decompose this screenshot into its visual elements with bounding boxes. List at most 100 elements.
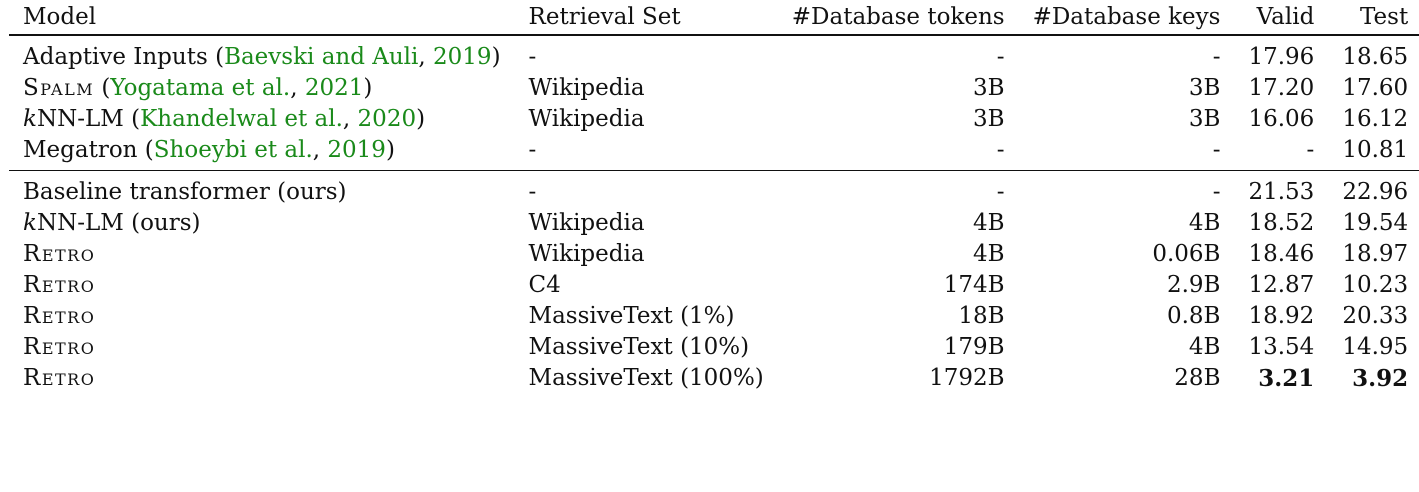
table-header: Model Retrieval Set #Database tokens #Da… xyxy=(9,0,1419,36)
header-model: Model xyxy=(9,0,515,36)
test-cell: 16.12 xyxy=(1342,106,1409,132)
valid-cell: 13.54 xyxy=(1248,334,1315,360)
header-valid: Valid xyxy=(1234,0,1329,36)
table-row: kNN-LM (ours) Wikipedia 4B 4B 18.52 19.5… xyxy=(9,208,1419,239)
db-tokens-cell: 18B xyxy=(958,303,1005,329)
table-row: Retro MassiveText (10%) 179B 4B 13.54 14… xyxy=(9,332,1419,363)
table-row: Megatron (Shoeybi et al., 2019) - - - - … xyxy=(9,135,1419,171)
model-name: Spalm xyxy=(23,75,95,101)
model-cell: Spalm (Yogatama et al., 2021) xyxy=(23,75,373,101)
retrieval-set-cell: Wikipedia xyxy=(528,241,645,267)
valid-cell: - xyxy=(1234,135,1329,171)
db-tokens-cell: 3B xyxy=(973,75,1005,101)
model-name-italic: k xyxy=(23,106,37,132)
db-tokens-cell: 1792B xyxy=(929,365,1005,391)
test-cell: 10.23 xyxy=(1342,272,1409,298)
db-tokens-cell: 174B xyxy=(943,272,1005,298)
db-tokens-cell: 3B xyxy=(973,106,1005,132)
model-cell: Baseline transformer (ours) xyxy=(23,179,347,205)
db-keys-cell: 3B xyxy=(1188,106,1221,132)
test-cell: 14.95 xyxy=(1342,334,1409,360)
db-tokens-cell: 4B xyxy=(973,210,1005,236)
table-row: kNN-LM (Khandelwal et al., 2020) Wikiped… xyxy=(9,104,1419,135)
citation-link[interactable]: Yogatama et al. xyxy=(110,75,290,101)
model-cell: kNN-LM (ours) xyxy=(9,208,515,239)
retrieval-set-cell: Wikipedia xyxy=(528,210,645,236)
table-row: Retro MassiveText (100%) 1792B 28B 3.21 … xyxy=(9,363,1419,394)
table-row: Retro C4 174B 2.9B 12.87 10.23 xyxy=(9,270,1419,301)
model-name: NN-LM xyxy=(36,106,124,132)
retrieval-set-cell: - xyxy=(514,135,778,171)
header-row: Model Retrieval Set #Database tokens #Da… xyxy=(9,0,1419,36)
table-row: Baseline transformer (ours) - - - 21.53 … xyxy=(9,171,1419,209)
citation-link[interactable]: Baevski and Auli xyxy=(224,44,418,70)
retrieval-set-cell: MassiveText (10%) xyxy=(528,334,750,360)
test-cell: 17.60 xyxy=(1342,75,1409,101)
db-tokens-cell: - xyxy=(996,44,1005,70)
header-test: Test xyxy=(1328,0,1419,36)
retrieval-set-cell: - xyxy=(528,44,537,70)
citation-link[interactable]: Khandelwal et al. xyxy=(140,106,343,132)
table-row: Retro MassiveText (1%) 18B 0.8B 18.92 20… xyxy=(9,301,1419,332)
db-tokens-cell: 179B xyxy=(943,334,1005,360)
citation-year-link[interactable]: 2019 xyxy=(433,44,492,70)
db-keys-cell: 3B xyxy=(1188,75,1221,101)
header-database-keys: #Database keys xyxy=(1018,0,1235,36)
db-keys-cell: - xyxy=(1212,44,1221,70)
db-tokens-cell: 4B xyxy=(973,241,1005,267)
valid-cell: 16.06 xyxy=(1248,106,1315,132)
test-cell: 18.97 xyxy=(1342,241,1409,267)
test-cell: 19.54 xyxy=(1342,210,1409,236)
our-models-group: Baseline transformer (ours) - - - 21.53 … xyxy=(9,171,1419,395)
model-cell: Retro xyxy=(23,272,96,298)
model-cell: Retro xyxy=(23,365,96,391)
model-name-italic: k xyxy=(23,210,37,236)
results-table: Model Retrieval Set #Database tokens #Da… xyxy=(9,0,1419,394)
db-keys-cell: 4B xyxy=(1188,210,1221,236)
retrieval-set-cell: Wikipedia xyxy=(528,75,645,101)
valid-cell: 21.53 xyxy=(1248,179,1315,205)
valid-cell: 12.87 xyxy=(1248,272,1315,298)
valid-cell: 18.52 xyxy=(1248,210,1315,236)
retrieval-set-cell: MassiveText (100%) xyxy=(528,365,764,391)
db-keys-cell: - xyxy=(1018,135,1235,171)
db-keys-cell: 28B xyxy=(1174,365,1221,391)
retrieval-set-cell: MassiveText (1%) xyxy=(528,303,735,329)
prior-work-group: Adaptive Inputs (Baevski and Auli, 2019)… xyxy=(9,35,1419,171)
valid-cell: 17.20 xyxy=(1248,75,1315,101)
citation-year-link[interactable]: 2021 xyxy=(305,75,364,101)
table-row: Retro Wikipedia 4B 0.06B 18.46 18.97 xyxy=(9,239,1419,270)
test-cell: 22.96 xyxy=(1342,179,1409,205)
test-cell-best: 3.92 xyxy=(1352,365,1409,392)
db-keys-cell: 2.9B xyxy=(1166,272,1221,298)
model-cell: kNN-LM (Khandelwal et al., 2020) xyxy=(23,106,426,132)
table-row: Spalm (Yogatama et al., 2021) Wikipedia … xyxy=(9,73,1419,104)
valid-cell: 18.92 xyxy=(1248,303,1315,329)
header-retrieval-set: Retrieval Set xyxy=(514,0,778,36)
citation-year-link[interactable]: 2020 xyxy=(358,106,417,132)
valid-cell: 18.46 xyxy=(1248,241,1315,267)
model-name: Adaptive Inputs xyxy=(23,44,208,70)
table-row: Adaptive Inputs (Baevski and Auli, 2019)… xyxy=(9,35,1419,73)
db-keys-cell: 0.06B xyxy=(1152,241,1221,267)
model-cell: Retro xyxy=(23,241,96,267)
citation-year-link[interactable]: 2019 xyxy=(327,137,386,163)
test-cell: 20.33 xyxy=(1342,303,1409,329)
test-cell: 10.81 xyxy=(1328,135,1419,171)
model-cell: Megatron (Shoeybi et al., 2019) xyxy=(9,135,515,171)
retrieval-set-cell: - xyxy=(528,179,537,205)
db-keys-cell: - xyxy=(1212,179,1221,205)
db-keys-cell: 0.8B xyxy=(1166,303,1221,329)
header-database-tokens: #Database tokens xyxy=(777,0,1019,36)
valid-cell-best: 3.21 xyxy=(1258,365,1315,392)
model-cell: Adaptive Inputs (Baevski and Auli, 2019) xyxy=(23,44,501,70)
model-cell: Retro xyxy=(23,334,96,360)
db-keys-cell: 4B xyxy=(1188,334,1221,360)
db-tokens-cell: - xyxy=(777,135,1019,171)
retrieval-set-cell: C4 xyxy=(528,272,561,298)
citation-link[interactable]: Shoeybi et al. xyxy=(154,137,313,163)
test-cell: 18.65 xyxy=(1342,44,1409,70)
retrieval-set-cell: Wikipedia xyxy=(528,106,645,132)
db-tokens-cell: - xyxy=(996,179,1005,205)
model-name: Megatron xyxy=(23,137,138,163)
